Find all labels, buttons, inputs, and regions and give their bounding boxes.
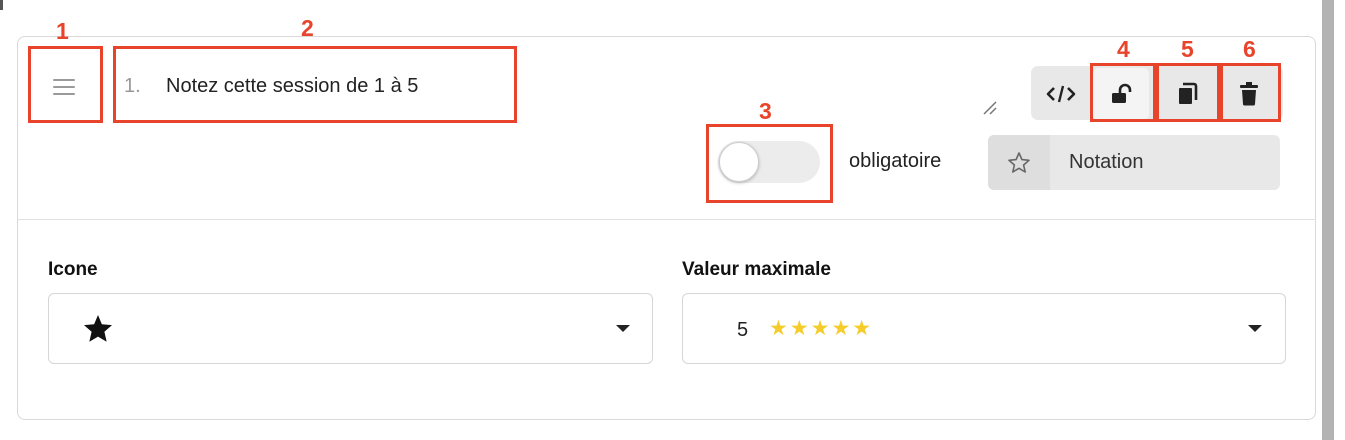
- page-edge-marker: [0, 0, 3, 10]
- code-button[interactable]: [1033, 68, 1089, 120]
- question-type-label: Notation: [1069, 151, 1144, 173]
- chevron-down-icon: [616, 325, 630, 332]
- max-value-select[interactable]: 5 ★★★★★: [682, 293, 1286, 364]
- star-outline-icon: [1008, 151, 1030, 173]
- annotation-number: 5: [1181, 36, 1194, 62]
- resize-grip-icon[interactable]: [980, 98, 1000, 118]
- icon-field-label: Icone: [48, 259, 98, 280]
- star-rating-preview: ★★★★★: [769, 317, 874, 340]
- max-value-field-label: Valeur maximale: [682, 259, 831, 280]
- star-filled-icon: [84, 315, 112, 342]
- scrollbar[interactable]: [1319, 0, 1345, 440]
- type-icon-container: [988, 135, 1050, 190]
- annotation-number: 2: [301, 15, 314, 41]
- annotation-box-1: [28, 46, 103, 123]
- annotation-number: 4: [1117, 36, 1130, 62]
- annotation-box-2: [113, 46, 517, 123]
- max-value-number: 5: [737, 319, 749, 341]
- required-label: obligatoire: [849, 150, 942, 172]
- code-icon: [1046, 85, 1076, 103]
- card-divider: [17, 219, 1316, 220]
- annotation-box-3: [706, 124, 833, 203]
- annotation-box-6: [1220, 63, 1281, 122]
- scrollbar-thumb[interactable]: [1322, 0, 1334, 440]
- annotation-box-5: [1156, 63, 1220, 122]
- annotation-number: 1: [56, 18, 69, 44]
- chevron-down-icon: [1248, 325, 1262, 332]
- question-type-select[interactable]: Notation: [988, 135, 1280, 190]
- annotation-number: 3: [759, 98, 772, 124]
- icon-select[interactable]: [48, 293, 653, 364]
- annotation-box-4: [1090, 63, 1156, 122]
- annotation-number: 6: [1243, 36, 1256, 62]
